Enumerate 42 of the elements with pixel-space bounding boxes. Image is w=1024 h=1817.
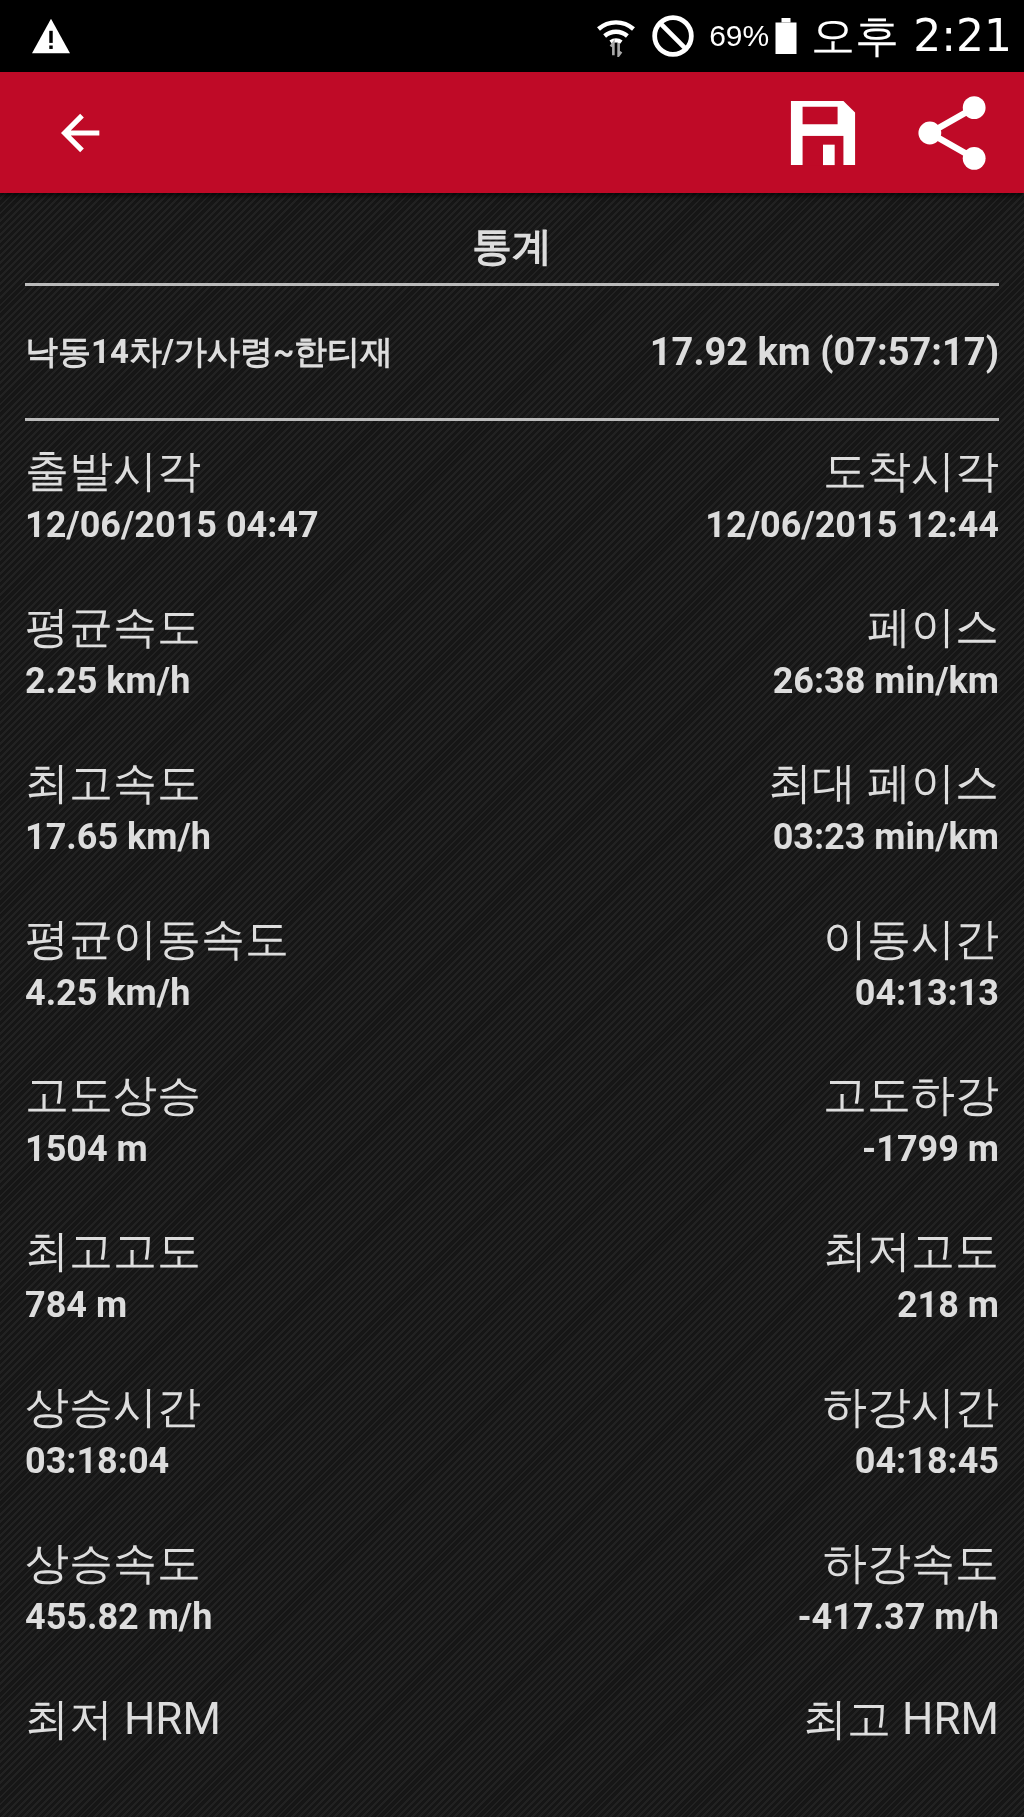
clock: 오후 2:21 — [811, 8, 1012, 63]
stat-value: 2.25 km/h — [25, 659, 192, 704]
stat-label: 페이스 — [867, 600, 999, 655]
stat-value: 12/06/2015 04:47 — [25, 503, 319, 548]
stat-label: 고도상승 — [25, 1068, 201, 1123]
stat-label: 상승시간 — [25, 1380, 201, 1435]
track-summary: 17.92 km (07:57:17) — [649, 330, 999, 374]
stat-label: 최저고도 — [823, 1224, 999, 1279]
stat-value: -1799 m — [862, 1127, 999, 1172]
stat-value: 03:18:04 — [25, 1439, 171, 1484]
stat-value: 17.65 km/h — [25, 815, 211, 860]
stat-value: 218 m — [896, 1283, 999, 1328]
stat-value: -417.37 m/h — [797, 1595, 999, 1640]
stat-label: 최고고도 — [25, 1224, 201, 1279]
stat-value: 1504 m — [25, 1127, 149, 1172]
do-not-disturb-icon — [651, 14, 696, 58]
stat-label: 하강속도 — [823, 1536, 999, 1591]
warning-icon — [30, 17, 72, 55]
stat-value: 04:18:45 — [854, 1439, 999, 1484]
stat-value: 04:13:13 — [854, 971, 999, 1016]
stat-value: 784 m — [25, 1283, 129, 1328]
stat-label: 도착시각 — [823, 444, 999, 499]
stat-label: 출발시각 — [25, 444, 202, 499]
stat-value: 4.25 km/h — [25, 971, 192, 1016]
stat-label: 최고 HRM — [803, 1692, 999, 1747]
stat-label: 최고속도 — [25, 756, 202, 811]
stat-label: 하강시간 — [823, 1380, 999, 1435]
stat-label: 최대 페이스 — [768, 756, 999, 811]
stat-label: 이동시간 — [823, 912, 999, 967]
battery-percent: 69% — [709, 19, 770, 53]
stat-label: 평균속도 — [25, 600, 201, 655]
battery-icon — [775, 18, 798, 54]
stat-label: 고도하강 — [823, 1068, 999, 1123]
stat-value: 12/06/2015 12:44 — [705, 503, 999, 548]
stat-label: 최저 HRM — [25, 1692, 221, 1747]
stat-value: 26:38 min/km — [772, 659, 999, 704]
stat-label: 상승속도 — [25, 1536, 202, 1591]
stat-value: 03:23 min/km — [772, 815, 999, 860]
stat-label: 평균이동속도 — [25, 912, 289, 967]
track-name: 낙동14차/가사령~한티재 — [25, 330, 394, 373]
stat-value: 455.82 m/h — [25, 1595, 213, 1640]
section-title: 통계 — [471, 222, 553, 272]
